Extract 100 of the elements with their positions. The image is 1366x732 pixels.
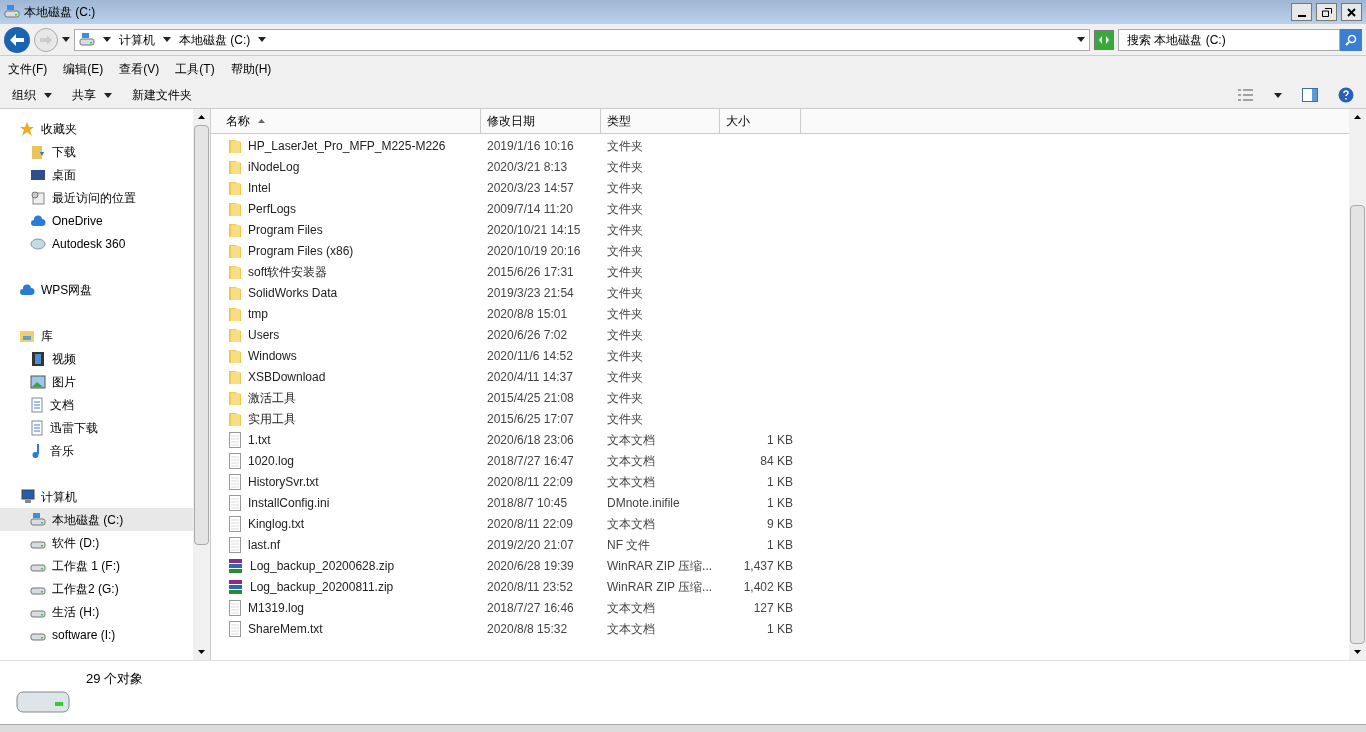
nav-item[interactable]: 文档 [0,393,193,416]
file-row[interactable]: tmp 2020/8/8 15:01 文件夹 [211,303,1349,324]
file-row[interactable]: Intel 2020/3/23 14:57 文件夹 [211,177,1349,198]
restore-button[interactable] [1316,3,1337,21]
search-button[interactable] [1340,28,1362,51]
breadcrumb[interactable]: 本地磁盘 (C:) [179,30,251,49]
file-name: Intel [248,179,271,197]
type-cell-text: WinRAR ZIP 压缩... [606,578,714,596]
preview-pane-icon[interactable] [1302,88,1318,102]
file-row[interactable]: ShareMem.txt 2020/8/8 15:32 文本文档 1 KB [211,618,1349,639]
restore-icon [1321,7,1332,17]
type-cell-text: NF 文件 [606,536,652,554]
nav-item[interactable]: 音乐 [0,439,193,462]
file-row[interactable]: InstallConfig.ini 2018/8/7 10:45 DMnote.inifile 1 KB [211,492,1349,513]
file-row[interactable]: Windows 2020/11/6 14:52 文件夹 [211,345,1349,366]
file-row[interactable]: 1.txt 2020/6/18 23:06 文本文档 1 KB [211,429,1349,450]
file-row[interactable]: M1319.log 2018/7/27 16:46 文本文档 127 KB [211,597,1349,618]
column-header[interactable]: 修改日期 [481,109,601,133]
menu-item[interactable]: 工具(T) [175,60,215,78]
column-header[interactable]: 名称 [211,109,481,133]
file-row[interactable]: 1020.log 2018/7/27 16:47 文本文档 84 KB [211,450,1349,471]
nav-item[interactable]: 下载 [0,140,193,163]
nav-item[interactable]: 工作盘 1 (F:) [0,554,193,577]
date-cell-text: 2020/10/21 14:15 [486,221,582,239]
file-row[interactable]: Program Files 2020/10/21 14:15 文件夹 [211,219,1349,240]
text-file-icon [228,515,242,532]
nav-item[interactable]: 图片 [0,370,193,393]
file-row[interactable]: HistorySvr.txt 2020/8/11 22:09 文本文档 1 KB [211,471,1349,492]
file-row[interactable]: 激活工具 2015/4/25 21:08 文件夹 [211,387,1349,408]
nav-item[interactable]: 迅雷下载 [0,416,193,439]
nav-group[interactable]: WPS网盘 [41,280,93,299]
file-row[interactable]: iNodeLog 2020/3/21 8:13 文件夹 [211,156,1349,177]
file-row[interactable]: PerfLogs 2009/7/14 11:20 文件夹 [211,198,1349,219]
scrollbar[interactable] [193,109,210,660]
date-cell-text: 2020/10/19 20:16 [486,242,582,260]
scrollbar-thumb[interactable] [1350,205,1365,644]
date-cell-text: 2018/7/27 16:47 [486,452,575,470]
nav-item[interactable]: Autodesk 360 [0,232,193,255]
file-row[interactable]: Log_backup_20200811.zip 2020/8/11 23:52 WinRAR ZIP 压缩... 1,402 KB [211,576,1349,597]
nav-group[interactable]: 收藏夹 [41,119,77,138]
file-row[interactable]: Users 2020/6/26 7:02 文件夹 [211,324,1349,345]
column-header[interactable]: 类型 [601,109,720,133]
file-row[interactable]: last.nf 2019/2/20 21:07 NF 文件 1 KB [211,534,1349,555]
left-arrow-icon [10,33,24,46]
system-drive-icon [79,32,95,47]
date-cell-text: 2020/8/8 15:01 [486,305,569,323]
file-name: Program Files [248,221,323,239]
help-icon[interactable] [1338,87,1354,103]
menu-item[interactable]: 查看(V) [119,60,160,78]
menu-item[interactable]: 帮助(H) [230,60,272,78]
nav-group[interactable]: 计算机 [41,487,77,506]
refresh-button[interactable] [1094,29,1114,50]
menu-item[interactable]: 文件(F) [8,60,48,78]
file-row[interactable]: Kinglog.txt 2020/8/11 22:09 文本文档 9 KB [211,513,1349,534]
nav-item[interactable]: 视频 [0,347,193,370]
search-field[interactable]: 搜索 本地磁盘 (C:) [1118,28,1340,51]
type-cell-text: 文本文档 [606,599,656,617]
type-cell-text: 文本文档 [606,473,656,491]
file-row[interactable]: Program Files (x86) 2020/10/19 20:16 文件夹 [211,240,1349,261]
type-cell-text: DMnote.inifile [606,494,681,512]
menu-item[interactable]: 编辑(E) [63,60,104,78]
date-cell-text: 2015/6/26 17:31 [486,263,575,281]
file-row[interactable]: soft软件安装器 2015/6/26 17:31 文件夹 [211,261,1349,282]
close-button[interactable] [1341,3,1362,21]
file-row[interactable]: XSBDownload 2020/4/11 14:37 文件夹 [211,366,1349,387]
back-button[interactable] [4,26,30,53]
breadcrumb[interactable]: 计算机 [119,30,155,49]
text-file-icon [228,599,242,616]
file-row[interactable]: 实用工具 2015/6/25 17:07 文件夹 [211,408,1349,429]
file-name: M1319.log [248,599,305,617]
scrollbar[interactable] [1349,109,1366,660]
toolbar-button[interactable]: 组织 [12,86,52,104]
folder-download-icon [30,143,46,160]
folder-icon [228,347,242,364]
date-cell-text: 2020/11/6 14:52 [486,347,574,365]
nav-item[interactable]: 桌面 [0,163,193,186]
file-row[interactable]: HP_LaserJet_Pro_MFP_M225-M226 2019/1/16 10:16 文件夹 [211,135,1349,156]
nav-item[interactable]: 生活 (H:) [0,600,193,623]
address-bar[interactable]: 计算机 本地磁盘 (C:) [74,28,1090,51]
file-name: InstallConfig.ini [248,494,330,512]
size-cell-text: 1 KB [767,620,793,638]
toolbar-button[interactable]: 新建文件夹 [132,86,192,104]
file-name: iNodeLog [248,158,300,176]
minimize-button[interactable] [1291,3,1312,21]
file-row[interactable]: Log_backup_20200628.zip 2020/6/28 19:39 WinRAR ZIP 压缩... 1,437 KB [211,555,1349,576]
nav-item[interactable]: 最近访问的位置 [0,186,193,209]
nav-item[interactable]: OneDrive [0,209,193,232]
type-cell-text: 文件夹 [606,410,644,428]
text-file-icon [228,431,242,448]
nav-item[interactable]: 本地磁盘 (C:) [0,508,193,531]
date-cell-text: 2019/1/16 10:16 [486,137,575,155]
file-name: Users [248,326,280,344]
file-row[interactable]: SolidWorks Data 2019/3/23 21:54 文件夹 [211,282,1349,303]
scrollbar-thumb[interactable] [194,125,209,545]
column-header[interactable]: 大小 [720,109,801,133]
nav-item[interactable]: 工作盘2 (G:) [0,577,193,600]
nav-item[interactable]: 软件 (D:) [0,531,193,554]
nav-item[interactable]: software (I:) [0,623,193,646]
toolbar-button[interactable]: 共享 [72,86,112,104]
nav-group[interactable]: 库 [41,326,53,345]
